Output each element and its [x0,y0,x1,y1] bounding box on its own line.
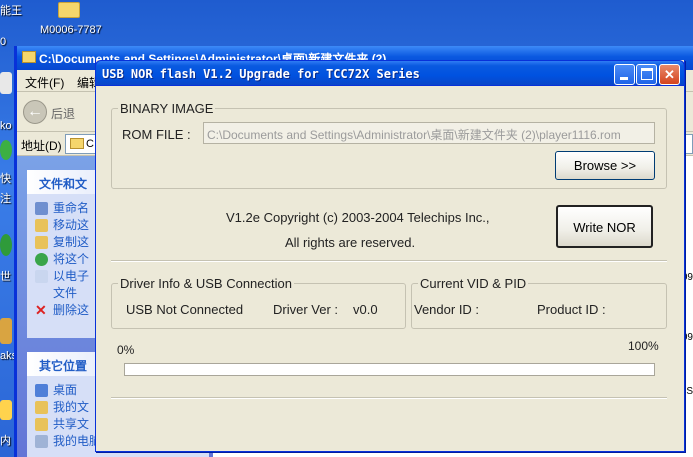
driver-ver-value: v0.0 [353,302,378,317]
globe-icon [35,253,48,266]
desktop-edge-label: 注 [0,193,11,205]
minimize-icon [620,77,628,80]
rename-icon [35,202,48,215]
back-arrow-icon[interactable]: ← [23,100,47,124]
folder-icon [70,138,84,149]
maximize-button[interactable] [636,64,657,85]
globe-icon[interactable] [0,234,12,256]
minimize-button[interactable] [614,64,635,85]
browse-button[interactable]: Browse >> [555,151,655,180]
write-nor-button[interactable]: Write NOR [556,205,653,248]
desktop-edge-label: 世 [0,271,11,283]
folder-icon [35,401,48,414]
delete-x-icon: ✕ [35,302,47,318]
app-icon[interactable] [0,140,12,160]
desktop-icon [35,384,48,397]
app-icon[interactable] [0,72,12,94]
desktop-edge-label: 快 [0,173,11,185]
dialog-titlebar[interactable]: USB NOR flash V1.2 Upgrade for TCC72X Se… [95,60,685,86]
folder-icon [35,418,48,431]
close-button[interactable]: ✕ [659,64,680,85]
driver-ver-label: Driver Ver : [273,302,339,317]
app-icon[interactable] [0,318,12,344]
maximize-icon [641,68,653,80]
product-id-label: Product ID : [537,302,606,317]
progress-max-label: 100% [628,339,659,353]
desktop-edge-label: 0 [0,36,7,48]
folder-icon [22,51,36,63]
rom-file-label: ROM FILE : [122,127,191,142]
progress-min-label: 0% [117,343,135,357]
nor-flash-dialog: USB NOR flash V1.2 Upgrade for TCC72X Se… [95,60,685,452]
copyright-text: V1.2e Copyright (c) 2003-2004 Telechips … [226,210,490,225]
separator [111,397,667,399]
menu-file[interactable]: 文件(F) [25,74,64,91]
copy-icon [35,236,48,249]
separator [111,260,667,262]
desktop-edge-label: ko [0,120,12,132]
copyright-text-line2: All rights are reserved. [285,235,416,250]
close-icon: ✕ [664,67,675,82]
address-label: 地址(D) [21,139,62,153]
desktop-edge-label: 内 [0,435,11,447]
move-icon [35,219,48,232]
rom-file-input[interactable]: C:\Documents and Settings\Administrator\… [203,122,655,144]
vendor-id-label: Vendor ID : [414,302,480,317]
app-icon[interactable] [0,400,12,420]
usb-status: USB Not Connected [126,302,244,317]
desktop-icon-label[interactable]: M0006-7787 [40,24,102,36]
desktop-icon-label[interactable]: 能王 [0,2,22,18]
computer-icon [35,435,48,448]
folder-icon[interactable] [58,2,80,18]
upgrade-progress-bar [124,363,655,376]
binary-image-caption: BINARY IMAGE [118,101,216,116]
email-icon [35,270,48,283]
dialog-title: USB NOR flash V1.2 Upgrade for TCC72X Se… [102,67,420,81]
driver-info-caption: Driver Info & USB Connection [118,276,294,291]
vid-pid-caption: Current VID & PID [418,276,529,291]
back-button-label[interactable]: 后退 [51,105,75,122]
